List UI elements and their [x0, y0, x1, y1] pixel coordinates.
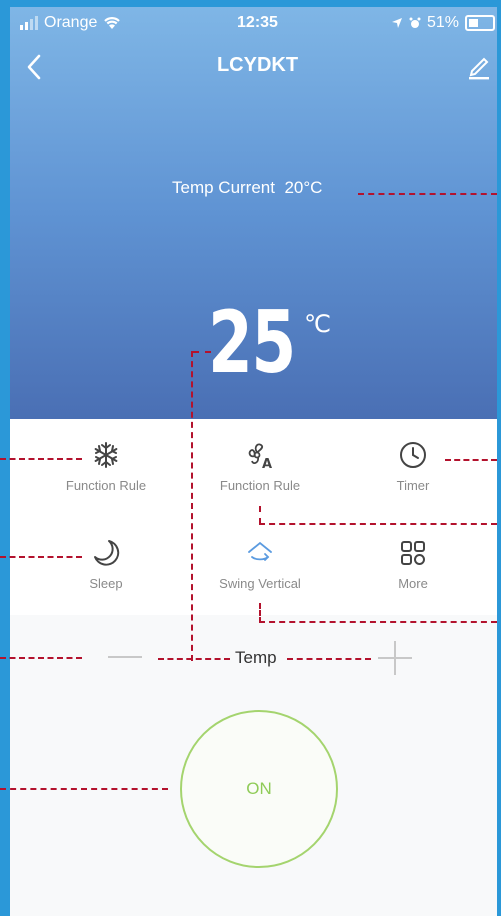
- frame-right: [497, 0, 501, 916]
- swing-icon: [248, 541, 272, 561]
- battery-icon: [465, 15, 495, 31]
- page-title: LCYDKT: [216, 54, 299, 76]
- fan-auto-icon: A: [248, 443, 272, 470]
- annotation-line-setpoint: [193, 351, 211, 353]
- annotation-line-swing-vertical: [259, 603, 261, 623]
- edit-button[interactable]: [467, 54, 491, 80]
- swing-vertical-button[interactable]: Swing Vertical: [185, 538, 335, 591]
- temp-increase-button-vertical[interactable]: [394, 641, 396, 675]
- setpoint-unit: ℃: [304, 311, 331, 338]
- frame-top: [0, 0, 501, 7]
- tile-label: Swing Vertical: [219, 576, 301, 591]
- svg-text:A: A: [262, 457, 272, 470]
- power-button[interactable]: ON: [180, 710, 338, 868]
- sleep-button[interactable]: Sleep: [31, 538, 181, 591]
- annotation-line-temp-right: [287, 658, 371, 660]
- function-rule-cold-button[interactable]: Function Rule: [31, 440, 181, 493]
- temp-label: Temp: [235, 648, 277, 667]
- tile-label: Sleep: [89, 576, 123, 591]
- annotation-line-sleep: [0, 556, 82, 558]
- annotation-line-fan-vertical: [259, 506, 261, 524]
- current-temperature: Temp Current 20°C: [172, 178, 322, 198]
- clock-icon: [400, 442, 426, 468]
- nav-bar: LCYDKT: [20, 52, 495, 84]
- grid-icon: [401, 541, 425, 565]
- current-temp-value: 20°C: [284, 178, 323, 197]
- timer-button[interactable]: Timer: [338, 440, 488, 493]
- moon-icon: [94, 540, 120, 566]
- annotation-line-timer: [445, 459, 497, 461]
- annotation-line-cold: [0, 458, 82, 460]
- annotation-line-power: [0, 788, 168, 790]
- setpoint-value: 25: [208, 293, 296, 393]
- annotation-line-current-temp: [358, 193, 497, 195]
- battery-percent: 51%: [426, 14, 459, 31]
- temp-decrease-button[interactable]: [108, 656, 142, 658]
- status-bar: Orange 12:35 51%: [20, 14, 495, 34]
- alarm-icon: [409, 17, 421, 28]
- snowflake-icon: [94, 442, 118, 468]
- annotation-line-setpoint-vertical: [191, 351, 193, 661]
- annotation-line-fan: [259, 523, 497, 525]
- power-label: ON: [246, 779, 272, 798]
- function-rule-fan-button[interactable]: A Function Rule: [185, 440, 335, 493]
- current-temp-label: Temp Current: [172, 178, 275, 197]
- annotation-line-swing: [259, 621, 497, 623]
- tile-label: Function Rule: [65, 478, 147, 493]
- more-button[interactable]: More: [338, 538, 488, 591]
- tile-label: More: [398, 576, 428, 591]
- tile-label: Timer: [396, 478, 430, 493]
- location-icon: [391, 18, 402, 28]
- annotation-line-temp-left: [158, 658, 230, 660]
- tile-label: Function Rule: [219, 478, 301, 493]
- annotation-line-minus: [0, 657, 82, 659]
